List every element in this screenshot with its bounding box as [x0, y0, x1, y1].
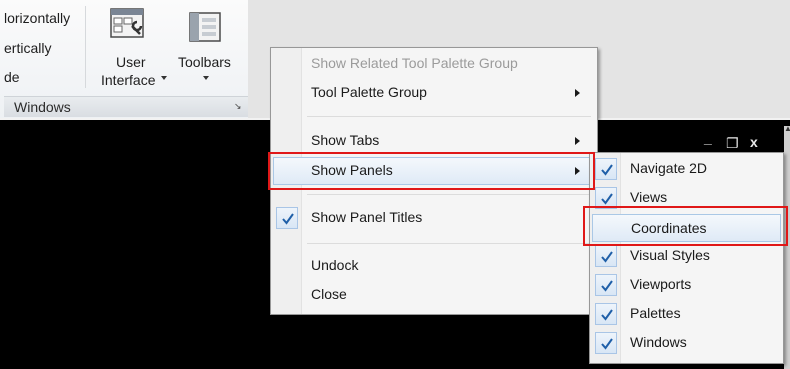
- submenu-item-label: Navigate 2D: [630, 160, 708, 176]
- menu-separator: [307, 116, 591, 117]
- menu-item-show-tabs[interactable]: Show Tabs: [271, 128, 597, 154]
- toolbars-icon: [186, 10, 226, 47]
- menu-item-label: Show Related Tool Palette Group: [311, 55, 518, 71]
- toolbars-label: Toolbars: [178, 54, 231, 70]
- submenu-item-label: Viewports: [630, 276, 692, 292]
- ribbon-panel-title-bar: Windows ↘: [4, 96, 248, 117]
- user-interface-label: User: [116, 54, 146, 70]
- window-controls: _ ❐ x: [700, 130, 780, 154]
- submenu-item-label: Views: [630, 189, 668, 205]
- ribbon-item-cascade[interactable]: de: [4, 69, 20, 85]
- checkmark-icon: [595, 274, 617, 296]
- submenu-item-palettes[interactable]: Palettes: [590, 301, 783, 327]
- menu-item-undock[interactable]: Undock: [271, 253, 597, 279]
- highlight-show-panels: [268, 152, 595, 190]
- scroll-up-icon[interactable]: ▲: [784, 124, 790, 133]
- submenu-item-visual-styles[interactable]: Visual Styles: [590, 243, 783, 269]
- ribbon-item-tile-vertically[interactable]: ertically: [4, 40, 51, 56]
- user-interface-icon: [110, 8, 146, 45]
- ribbon-windows-panel: lorizontally ertically de User Interface: [0, 0, 248, 118]
- panel-title: Windows: [14, 99, 71, 115]
- chevron-down-icon: [203, 76, 209, 80]
- panels-submenu: Navigate 2D Views Coordinates Visual Sty…: [589, 152, 784, 364]
- ribbon-item-tile-horizontally[interactable]: lorizontally: [4, 10, 70, 26]
- dialog-launcher-icon[interactable]: ↘: [234, 102, 242, 111]
- user-interface-button[interactable]: User Interface: [98, 6, 167, 92]
- ribbon-divider: [85, 6, 86, 88]
- menu-item-label: Show Panel Titles: [311, 209, 423, 225]
- menu-item-label: Show Tabs: [311, 132, 380, 148]
- chevron-down-icon: [161, 76, 167, 80]
- menu-item-label: Undock: [311, 257, 359, 273]
- checkmark-icon: [595, 245, 617, 267]
- close-icon[interactable]: x: [750, 134, 758, 150]
- menu-item-label: Close: [311, 286, 347, 302]
- checkmark-icon: [595, 332, 617, 354]
- user-interface-label-2: Interface: [101, 72, 156, 88]
- menu-item-show-related-tool-palette-group: Show Related Tool Palette Group: [271, 51, 597, 77]
- submenu-item-windows[interactable]: Windows: [590, 330, 783, 356]
- restore-icon[interactable]: ❐: [726, 135, 739, 152]
- checkmark-icon: [276, 207, 298, 229]
- submenu-item-label: Visual Styles: [630, 247, 710, 263]
- chevron-right-icon: [575, 89, 580, 97]
- scrollbar[interactable]: [784, 126, 790, 369]
- submenu-item-navigate-2d[interactable]: Navigate 2D: [590, 156, 783, 182]
- chevron-right-icon: [575, 137, 580, 145]
- checkmark-icon: [595, 158, 617, 180]
- submenu-item-label: Windows: [630, 334, 687, 350]
- menu-item-label: Tool Palette Group: [311, 84, 427, 100]
- menu-item-show-panel-titles[interactable]: Show Panel Titles: [271, 205, 597, 231]
- menu-item-tool-palette-group[interactable]: Tool Palette Group: [271, 80, 597, 106]
- menu-separator: [307, 243, 591, 244]
- highlight-coordinates: [583, 206, 788, 246]
- minimize-icon[interactable]: _: [704, 130, 712, 146]
- submenu-item-label: Palettes: [630, 305, 681, 321]
- toolbars-button[interactable]: Toolbars: [176, 6, 240, 92]
- menu-item-close[interactable]: Close: [271, 282, 597, 308]
- menu-separator: [307, 194, 591, 195]
- checkmark-icon: [595, 303, 617, 325]
- submenu-item-viewports[interactable]: Viewports: [590, 272, 783, 298]
